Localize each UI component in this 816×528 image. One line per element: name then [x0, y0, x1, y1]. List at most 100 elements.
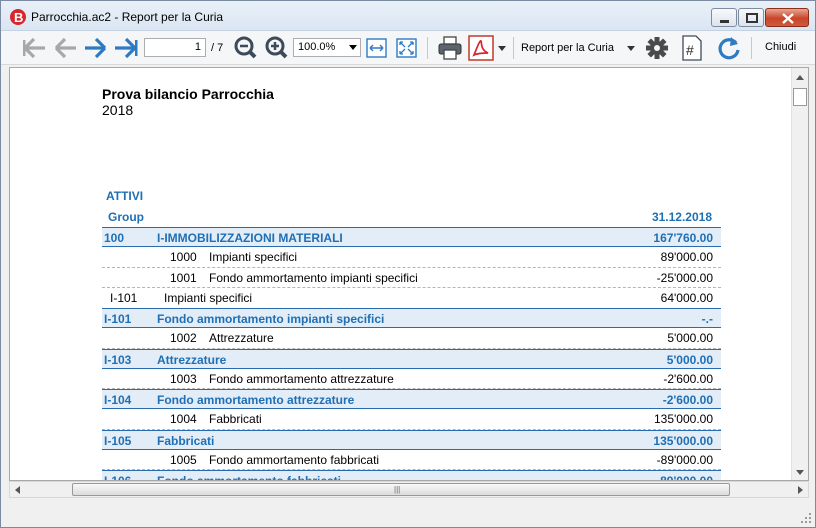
column-header-group: Group [108, 210, 144, 224]
vertical-scroll-thumb[interactable] [793, 88, 807, 106]
hash-icon[interactable]: # [680, 35, 704, 61]
scroll-up-icon[interactable] [796, 75, 804, 80]
row-amount: 89'000.00 [660, 250, 713, 265]
row-amount: -89'000.00 [656, 452, 713, 467]
fit-width-icon[interactable] [365, 35, 389, 61]
maximize-icon [746, 13, 758, 23]
chevron-down-icon[interactable] [627, 46, 635, 51]
close-report-button[interactable]: Chiudi [765, 41, 796, 53]
svg-text:B: B [14, 10, 23, 25]
toolbar-separator [513, 37, 514, 59]
app-logo-icon: B [10, 9, 26, 25]
pdf-options-chevron-icon[interactable] [498, 46, 506, 51]
toolbar-separator [427, 37, 428, 59]
row-description: I-IMMOBILIZZAZIONI MATERIALI [157, 231, 343, 245]
page-number-input[interactable]: 1 [144, 38, 206, 57]
report-window: B Parrocchia.ac2 - Report per la Curia 1… [0, 0, 816, 528]
gear-icon[interactable] [644, 35, 670, 61]
report-title: Prova bilancio Parrocchia [102, 86, 274, 102]
scroll-right-icon[interactable] [798, 486, 803, 494]
account-row: 1001 Fondo ammortamento impianti specific… [102, 268, 721, 288]
row-description: Impianti specifici [209, 250, 298, 265]
column-header-date: 31.12.2018 [651, 210, 712, 224]
row-amount: 135'000.00 [653, 433, 713, 448]
row-description: Impianti specifici [164, 290, 253, 305]
row-amount: 167'760.00 [653, 231, 713, 245]
row-amount: 5'000.00 [666, 352, 713, 367]
group-row: I-104 Fondo ammortamento attrezzature -2'6… [102, 389, 721, 410]
zoom-out-icon[interactable] [232, 35, 258, 61]
row-description: Fondo ammortamento attrezzature [209, 371, 394, 386]
row-description: Fondo ammortamento fabbricati [157, 474, 342, 481]
close-icon [782, 13, 794, 24]
next-page-icon[interactable] [83, 35, 109, 61]
status-bar [1, 499, 815, 527]
scroll-down-icon[interactable] [796, 470, 804, 475]
row-description: Fabbricati [157, 433, 215, 448]
prev-page-icon[interactable] [52, 35, 78, 61]
row-amount: -25'000.00 [656, 270, 713, 285]
row-amount: 64'000.00 [660, 290, 713, 305]
row-amount: -.- [701, 312, 713, 326]
row-description: Fondo ammortamento fabbricati [209, 452, 380, 467]
horizontal-scroll-thumb[interactable] [72, 483, 730, 496]
row-amount: -89'000.00 [656, 474, 713, 481]
row-code: I-106 [104, 474, 132, 481]
resize-grip-icon[interactable] [800, 512, 812, 524]
minimize-button[interactable] [711, 8, 737, 27]
group-row: I-101 Fondo ammortamento impianti specifi… [102, 308, 721, 329]
row-description: Fabbricati [209, 412, 262, 427]
zoom-select[interactable]: 100.0% [293, 38, 361, 57]
refresh-icon[interactable] [715, 35, 743, 61]
row-amount: -2'600.00 [663, 371, 713, 386]
first-page-icon[interactable] [21, 35, 47, 61]
row-code: 1002 [170, 331, 197, 346]
row-code: I-101 [110, 290, 138, 305]
account-row: 1004 Fabbricati 135'000.00 [102, 409, 721, 430]
row-description: Attrezzature [157, 352, 227, 367]
pdf-icon[interactable] [468, 35, 494, 61]
group-row: I-103 Attrezzature 5'000.00 [102, 348, 721, 369]
maximize-button[interactable] [738, 8, 764, 27]
toolbar-separator [751, 37, 752, 59]
account-row: 1000 Impianti specifici 89'000.00 [102, 247, 721, 268]
row-code: I-105 [104, 433, 132, 448]
toolbar: 1 / 7 100.0% Report per la Curia # Chiud… [1, 31, 815, 65]
row-code: I-101 [104, 312, 132, 326]
vertical-scrollbar[interactable] [791, 68, 808, 480]
print-icon[interactable] [436, 35, 464, 61]
row-code: 1001 [170, 270, 197, 285]
fit-page-icon[interactable] [395, 35, 419, 61]
zoom-value: 100.0% [298, 41, 336, 53]
account-row: 1002 Attrezzature 5'000.00 [102, 328, 721, 349]
row-description: Attrezzature [209, 331, 274, 346]
row-code: 1000 [170, 250, 197, 265]
report-viewer: Prova bilancio Parrocchia 2018 ATTIVI Gr… [9, 67, 809, 481]
account-row: I-101 Impianti specifici 64'000.00 [102, 288, 721, 308]
section-title: ATTIVI [106, 189, 144, 203]
last-page-icon[interactable] [113, 35, 139, 61]
row-code: I-103 [104, 352, 132, 367]
row-code: 1004 [170, 412, 197, 427]
group-row: I-106 Fondo ammortamento fabbricati -89'00… [102, 470, 721, 481]
scroll-left-icon[interactable] [15, 486, 20, 494]
row-amount: 135'000.00 [653, 412, 713, 427]
row-code: I-104 [104, 393, 132, 407]
scroll-grip-icon: ||| [394, 485, 401, 494]
report-table: 100 I-IMMOBILIZZAZIONI MATERIALI 167'760.0… [102, 227, 721, 481]
window-title: Parrocchia.ac2 - Report per la Curia [31, 10, 224, 24]
minimize-icon [720, 20, 729, 23]
row-description: Fondo ammortamento impianti specifici [209, 270, 418, 285]
zoom-in-icon[interactable] [263, 35, 289, 61]
report-select[interactable]: Report per la Curia [521, 39, 614, 57]
svg-text:#: # [686, 42, 694, 58]
group-row: I-105 Fabbricati 135'000.00 [102, 429, 721, 450]
row-amount: -2'600.00 [662, 393, 713, 407]
row-description: Fondo ammortamento attrezzature [157, 393, 355, 407]
row-amount: 5'000.00 [667, 331, 713, 346]
row-code: 100 [104, 231, 125, 245]
close-window-button[interactable] [765, 8, 809, 27]
horizontal-scrollbar[interactable]: ||| [9, 481, 809, 498]
window-controls [710, 8, 809, 27]
page-total-label: / 7 [211, 42, 224, 54]
